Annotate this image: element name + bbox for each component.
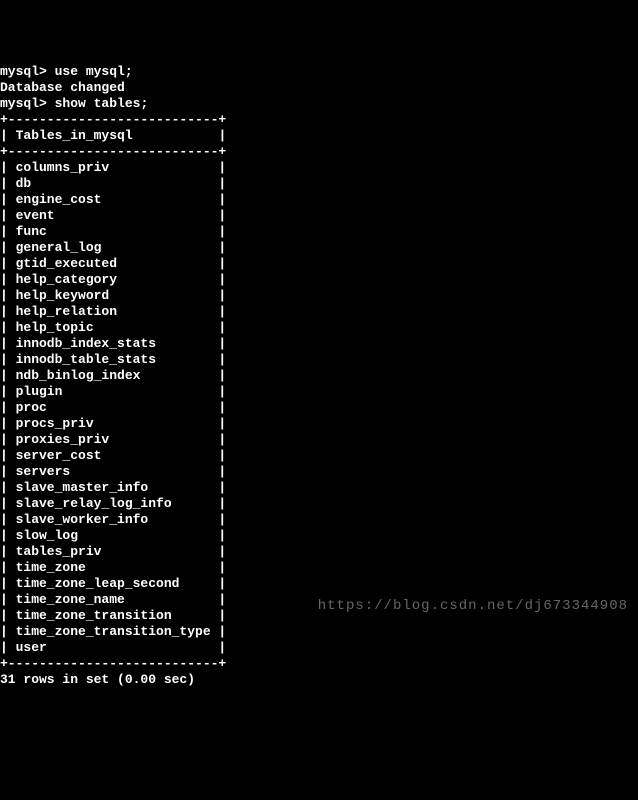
table-row: | server_cost | <box>0 448 226 463</box>
table-row: | func | <box>0 224 226 239</box>
mysql-prompt: mysql> <box>0 96 47 111</box>
table-row: | event | <box>0 208 226 223</box>
table-row: | general_log | <box>0 240 226 255</box>
table-row: | user | <box>0 640 226 655</box>
table-row: | plugin | <box>0 384 226 399</box>
table-row: | time_zone_leap_second | <box>0 576 226 591</box>
prompt-line-2: mysql> show tables; <box>0 96 148 111</box>
table-row: | tables_priv | <box>0 544 226 559</box>
result-footer: 31 rows in set (0.00 sec) <box>0 672 195 687</box>
command-show-tables: show tables; <box>55 96 149 111</box>
command-use: use mysql; <box>55 64 133 79</box>
table-row: | slave_worker_info | <box>0 512 226 527</box>
watermark: https://blog.csdn.net/dj673344908 <box>318 598 628 614</box>
table-header-row: | Tables_in_mysql | <box>0 128 226 143</box>
table-row: | db | <box>0 176 226 191</box>
table-row: | help_topic | <box>0 320 226 335</box>
table-header: Tables_in_mysql <box>16 128 133 143</box>
response-db-changed: Database changed <box>0 80 125 95</box>
table-row: | servers | <box>0 464 226 479</box>
table-row: | columns_priv | <box>0 160 226 175</box>
prompt-line-1: mysql> use mysql; <box>0 64 133 79</box>
table-row: | time_zone_name | <box>0 592 226 607</box>
table-row: | procs_priv | <box>0 416 226 431</box>
table-row: | ndb_binlog_index | <box>0 368 226 383</box>
table-row: | help_category | <box>0 272 226 287</box>
mysql-prompt: mysql> <box>0 64 47 79</box>
table-row: | time_zone_transition_type | <box>0 624 226 639</box>
table-row: | proc | <box>0 400 226 415</box>
table-row: | time_zone | <box>0 560 226 575</box>
table-row: | help_keyword | <box>0 288 226 303</box>
table-row: | time_zone_transition | <box>0 608 226 623</box>
table-body: | columns_priv | | db | | engine_cost | … <box>0 160 638 656</box>
table-border-mid: +---------------------------+ <box>0 144 226 159</box>
table-border-top: +---------------------------+ <box>0 112 226 127</box>
table-row: | slave_relay_log_info | <box>0 496 226 511</box>
table-row: | innodb_table_stats | <box>0 352 226 367</box>
table-border-bottom: +---------------------------+ <box>0 656 226 671</box>
table-row: | slow_log | <box>0 528 226 543</box>
table-row: | help_relation | <box>0 304 226 319</box>
terminal-output: mysql> use mysql; Database changed mysql… <box>0 64 638 688</box>
table-row: | slave_master_info | <box>0 480 226 495</box>
table-row: | engine_cost | <box>0 192 226 207</box>
table-row: | gtid_executed | <box>0 256 226 271</box>
table-row: | innodb_index_stats | <box>0 336 226 351</box>
table-row: | proxies_priv | <box>0 432 226 447</box>
